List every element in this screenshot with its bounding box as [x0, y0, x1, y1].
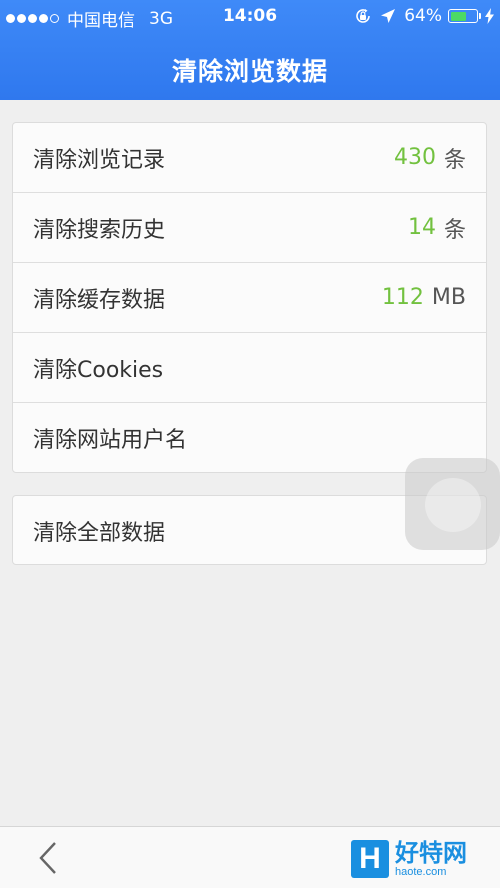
page-title: 清除浏览数据 — [171, 57, 328, 86]
clear-options-list: 清除浏览记录 430 条 清除搜索历史 14 条 清除缓存数据 112 MB 清… — [12, 122, 487, 473]
watermark-logo: H 好特网 haote.com — [351, 836, 491, 882]
location-arrow-icon — [380, 8, 396, 24]
logo-name: 好特网 — [395, 838, 467, 867]
clear-cookies-row[interactable]: 清除Cookies — [13, 333, 486, 403]
clear-history-row[interactable]: 清除浏览记录 430 条 — [13, 123, 486, 193]
row-count: 112 — [381, 285, 424, 310]
row-unit: 条 — [443, 217, 466, 243]
orientation-lock-icon — [354, 7, 372, 25]
row-label: 清除浏览记录 — [33, 147, 166, 173]
battery-tip — [479, 13, 481, 19]
status-bar: 中国电信 3G 14:06 64% — [0, 0, 500, 34]
status-right: 64% — [354, 6, 494, 26]
row-label: 清除Cookies — [33, 357, 164, 383]
assistive-touch-button[interactable] — [405, 458, 500, 550]
logo-url: haote.com — [395, 865, 447, 878]
row-label: 清除网站用户名 — [33, 428, 188, 453]
charging-bolt-icon — [485, 8, 494, 24]
row-unit: 条 — [443, 147, 466, 173]
row-count: 430 — [393, 145, 436, 170]
row-label: 清除全部数据 — [33, 521, 166, 546]
row-label: 清除搜索历史 — [33, 217, 166, 243]
battery-level — [450, 11, 466, 21]
logo-text: 好特网 haote.com — [395, 841, 467, 878]
header: 中国电信 3G 14:06 64% 清除浏览数据 — [0, 0, 500, 100]
row-unit: MB — [431, 285, 466, 310]
back-chevron-icon[interactable] — [36, 841, 60, 879]
clear-search-history-row[interactable]: 清除搜索历史 14 条 — [13, 193, 486, 263]
row-count: 14 — [407, 215, 436, 240]
clear-cache-row[interactable]: 清除缓存数据 112 MB — [13, 263, 486, 333]
row-label: 清除缓存数据 — [33, 287, 166, 313]
battery-icon — [448, 9, 478, 23]
battery-percent: 64% — [404, 6, 442, 26]
logo-mark: H — [351, 840, 389, 878]
